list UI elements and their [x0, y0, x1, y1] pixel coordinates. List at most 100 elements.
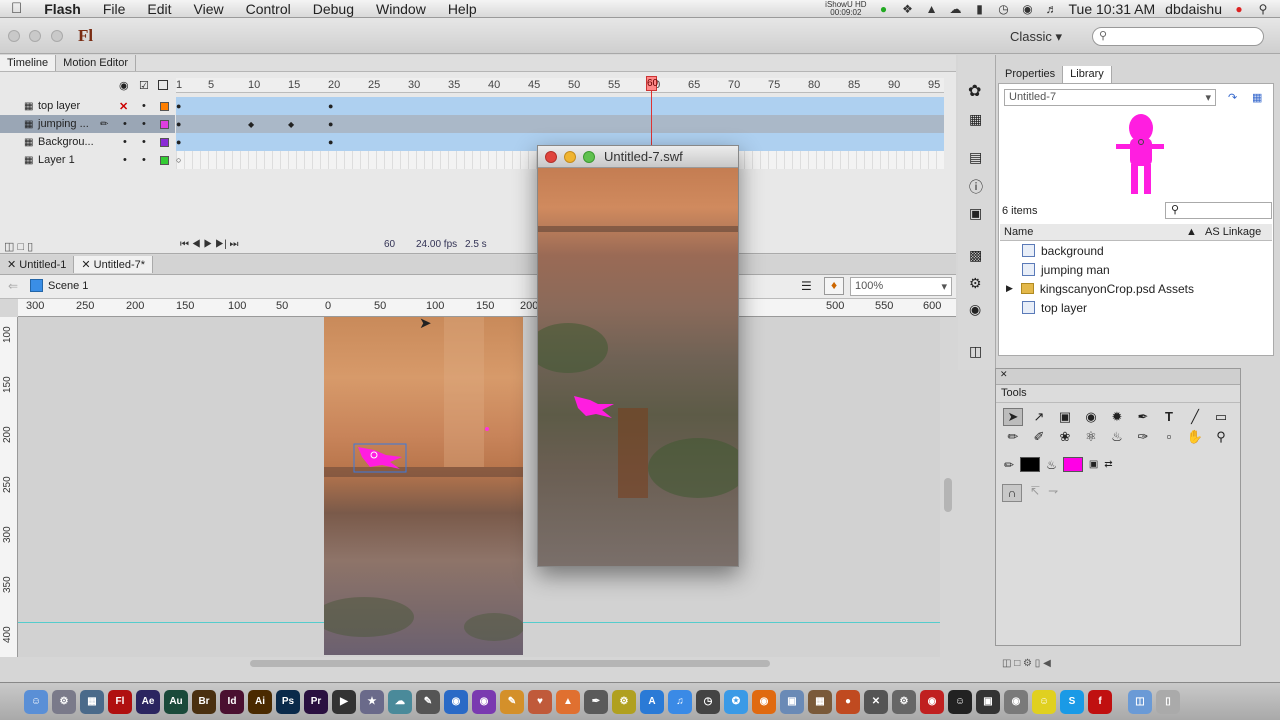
keyframe[interactable]: ●	[328, 137, 333, 147]
dock-app-icon[interactable]: ⚙	[892, 689, 916, 714]
deco-tool-icon[interactable]: ❀	[1055, 428, 1075, 446]
cloud-icon[interactable]: ☁	[949, 3, 963, 15]
eyedropper-tool-icon[interactable]: ✑	[1133, 428, 1153, 446]
visibility-dot[interactable]: •	[123, 136, 127, 148]
dock-audition-icon[interactable]: Au	[164, 689, 188, 714]
recorder-status[interactable]: iShowU HD 00:09:02	[825, 0, 866, 17]
menu-control[interactable]: Control	[235, 1, 302, 17]
dock-app-icon[interactable]: ✕	[864, 689, 888, 714]
dock-flash-player-icon[interactable]: f	[1088, 689, 1112, 714]
pen-tool-icon[interactable]: ✒	[1133, 408, 1153, 426]
dock-app-icon[interactable]: ▲	[556, 689, 580, 714]
brush-tool-icon[interactable]: ✐	[1029, 428, 1049, 446]
property-keyframe[interactable]: ◆	[248, 120, 254, 129]
transform-icon[interactable]: ▣	[969, 205, 982, 222]
layer-name[interactable]: Backgrou...	[38, 136, 94, 148]
snap-to-objects-icon[interactable]: ∩	[1002, 484, 1022, 502]
dock-folder-icon[interactable]: ◫	[1128, 689, 1152, 714]
line-tool-icon[interactable]: ╱	[1185, 408, 1205, 426]
hidden-x-icon[interactable]: ✕	[119, 100, 128, 113]
help-search-input[interactable]: ⚲	[1092, 27, 1264, 46]
frame-ruler[interactable]: 15101520253035404550556065707580859095	[176, 78, 944, 93]
layer-name[interactable]: Layer 1	[38, 154, 75, 166]
dock-app-icon[interactable]: ▦	[808, 689, 832, 714]
current-frame[interactable]: 60	[384, 239, 395, 250]
motion-presets-icon[interactable]: ⚙	[969, 275, 982, 292]
timeline-layer[interactable]: ▦ top layer ✕ •	[0, 97, 175, 115]
dock-app-icon[interactable]: ✎	[416, 689, 440, 714]
notification-icon[interactable]: ●	[1232, 3, 1246, 15]
lock-dot[interactable]: •	[142, 100, 146, 112]
swatches-icon[interactable]: ▦	[969, 111, 982, 128]
spotlight-icon[interactable]: ⚲	[1256, 3, 1270, 15]
menu-debug[interactable]: Debug	[302, 1, 365, 17]
frame-rate[interactable]: 24.00 fps	[416, 239, 457, 250]
rectangle-tool-icon[interactable]: ▭	[1211, 408, 1231, 426]
fill-color-swatch[interactable]	[1062, 457, 1083, 472]
dock-app-icon[interactable]: ◉	[444, 689, 468, 714]
stroke-color-swatch[interactable]	[1020, 457, 1041, 472]
tab-library[interactable]: Library	[1063, 66, 1112, 83]
tab-timeline[interactable]: Timeline	[0, 55, 57, 71]
library-item-jumping-man[interactable]: jumping man	[1000, 260, 1272, 279]
lasso-tool-icon[interactable]: ✹	[1107, 408, 1127, 426]
battery-icon[interactable]: ▮	[973, 3, 987, 15]
dock-app-icon[interactable]: ●	[836, 689, 860, 714]
edit-symbols-icon[interactable]: ♦	[824, 277, 844, 295]
eye-icon[interactable]: ◉	[119, 79, 129, 92]
dock-app-icon[interactable]: ◉	[920, 689, 944, 714]
dock-app-icon[interactable]: ★	[360, 689, 384, 714]
puzzle-icon[interactable]: ❖	[901, 3, 915, 15]
scene-name[interactable]: Scene 1	[48, 280, 88, 292]
3d-rotation-tool-icon[interactable]: ◉	[1081, 408, 1101, 426]
dock-app-icon[interactable]: ⚙	[612, 689, 636, 714]
swf-preview-window[interactable]: Untitled-7.swf	[528, 145, 748, 567]
straighten-icon[interactable]: ⇁	[1048, 484, 1058, 502]
dock-app-icon[interactable]: ☺	[1032, 689, 1056, 714]
keyframe[interactable]: ●	[176, 137, 181, 147]
sort-arrow-icon[interactable]: ▲	[1186, 226, 1197, 238]
dock-app-icon[interactable]: ☁	[388, 689, 412, 714]
zoom-tool-icon[interactable]: ⚲	[1211, 428, 1231, 446]
menu-help[interactable]: Help	[437, 1, 488, 17]
library-item-background[interactable]: background	[1000, 241, 1272, 260]
menu-file[interactable]: File	[92, 1, 137, 17]
sync-icon[interactable]: ▲	[925, 3, 939, 15]
outline-icon[interactable]	[158, 80, 168, 90]
dock-illustrator-icon[interactable]: Ai	[248, 689, 272, 714]
dock-app-icon[interactable]: ✒	[584, 689, 608, 714]
horizontal-scrollbar[interactable]	[250, 660, 770, 667]
color-icon[interactable]: ✿	[968, 81, 981, 101]
dock-launchpad-icon[interactable]: ⚙	[52, 689, 76, 714]
layer-frames[interactable]: ● ●	[176, 97, 944, 115]
library-item-top-layer[interactable]: top layer	[1000, 298, 1272, 317]
layer-name[interactable]: jumping ...	[38, 118, 89, 130]
dock-safari-icon[interactable]: ✪	[724, 689, 748, 714]
close-icon[interactable]: ✕	[7, 259, 16, 271]
dock-flash-icon[interactable]: Fl	[108, 689, 132, 714]
layer-frames[interactable]: ● ● ◆ ◆	[176, 115, 944, 133]
library-search-input[interactable]: ⚲	[1165, 202, 1272, 219]
playback-controls[interactable]: ⏮ ◀ ▶ ▶| ⏭	[180, 239, 238, 250]
zoom-select[interactable]: 100% ▾	[850, 277, 952, 296]
dock-final-cut-icon[interactable]: ▶	[332, 689, 356, 714]
tools-titlebar[interactable]: ✕	[996, 369, 1240, 385]
visibility-dot[interactable]: •	[123, 118, 127, 130]
free-transform-tool-icon[interactable]: ▣	[1055, 408, 1075, 426]
timeline-layer[interactable]: ▦ Layer 1 • •	[0, 151, 175, 169]
lock-dot[interactable]: •	[142, 154, 146, 166]
keyframe[interactable]: ○	[176, 155, 181, 165]
property-keyframe[interactable]: ◆	[288, 120, 294, 129]
dock-indesign-icon[interactable]: Id	[220, 689, 244, 714]
volume-icon[interactable]: ♬	[1045, 3, 1059, 15]
dock-skype-icon[interactable]: S	[1060, 689, 1084, 714]
library-item-psd-assets[interactable]: ▶ kingscanyonCrop.psd Assets	[1000, 279, 1272, 298]
align-icon[interactable]: ▤	[969, 149, 982, 166]
history-icon[interactable]: ◫	[969, 343, 982, 360]
lock-dot[interactable]: •	[142, 118, 146, 130]
bone-tool-icon[interactable]: ⚛	[1081, 428, 1101, 446]
dock-after-effects-icon[interactable]: Ae	[136, 689, 160, 714]
dock-trash-icon[interactable]: ▯	[1156, 689, 1180, 714]
selection-tool-icon[interactable]: ➤	[1003, 408, 1023, 426]
dock-itunes-icon[interactable]: ♫	[668, 689, 692, 714]
